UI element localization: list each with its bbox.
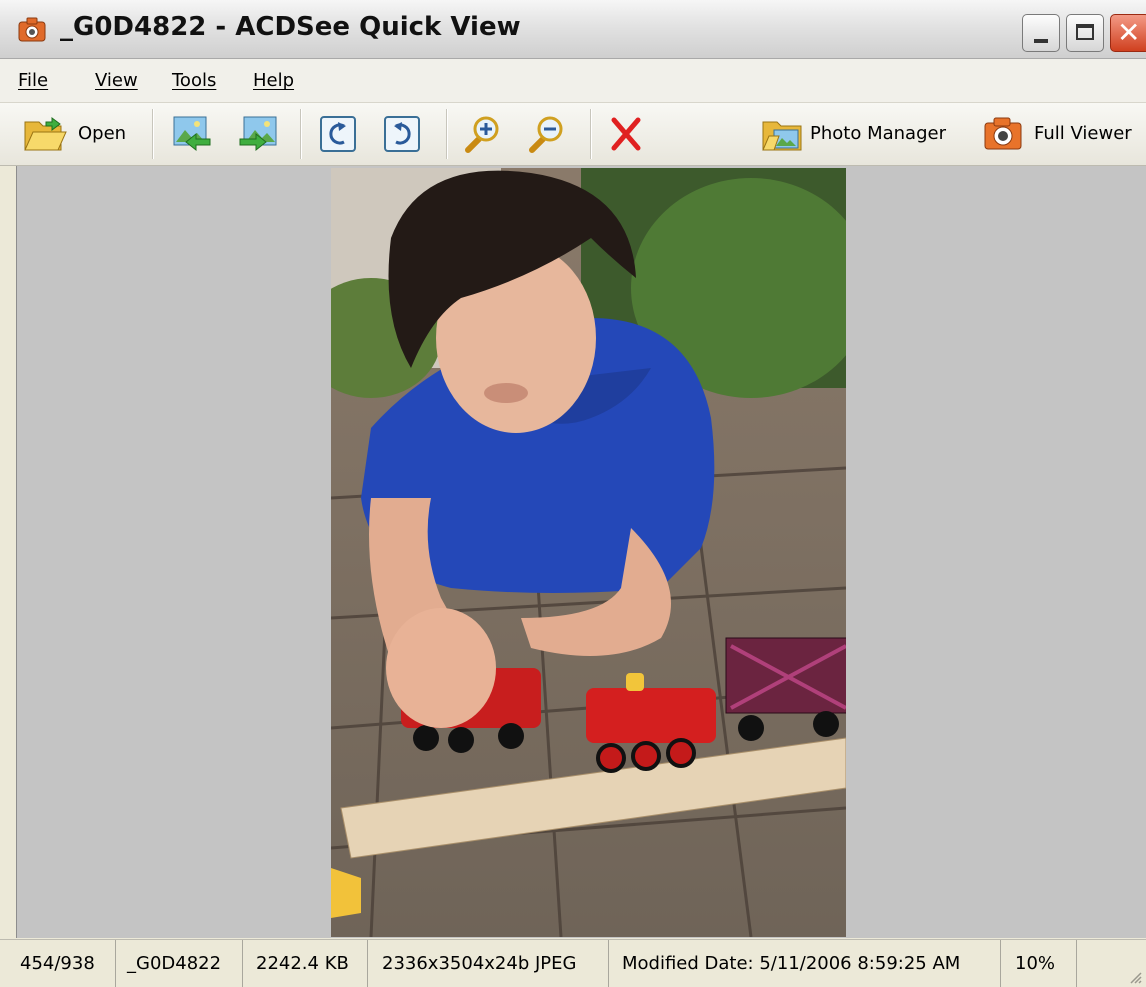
photo-boy-playing-with-toy-train xyxy=(331,168,846,937)
menu-file[interactable]: File xyxy=(18,70,48,91)
photo-manager-folder-icon xyxy=(762,121,802,151)
rotate-left-icon xyxy=(320,116,356,152)
zoom-out-button[interactable] xyxy=(526,111,572,157)
status-dimensions: 2336x3504x24b JPEG xyxy=(382,953,577,974)
window-title: _G0D4822 - ACDSee Quick View xyxy=(60,12,521,42)
menu-help[interactable]: Help xyxy=(253,70,294,91)
open-button[interactable]: Open xyxy=(22,111,134,157)
menu-bar: File View Tools Help xyxy=(0,59,1146,103)
resize-grip-icon[interactable] xyxy=(1128,970,1142,984)
next-image-button[interactable] xyxy=(236,111,284,157)
rotate-left-button[interactable] xyxy=(318,111,364,157)
full-viewer-label: Full Viewer xyxy=(1034,123,1132,144)
image-viewer-area[interactable] xyxy=(16,166,1146,938)
close-icon: ✕ xyxy=(1117,16,1141,49)
toolbar-separator xyxy=(152,109,154,159)
open-label: Open xyxy=(78,123,127,144)
folder-open-icon xyxy=(24,117,67,151)
status-zoom: 10% xyxy=(1015,953,1056,974)
status-dimensions-cell: 2336x3504x24b JPEG xyxy=(368,940,609,987)
full-viewer-button[interactable]: Full Viewer xyxy=(982,111,1146,157)
rotate-right-icon xyxy=(384,116,420,152)
delete-x-icon xyxy=(611,117,641,151)
status-position: 454/938 xyxy=(20,953,95,974)
previous-image-icon xyxy=(173,116,211,152)
status-modified-cell: Modified Date: 5/11/2006 8:59:25 AM xyxy=(609,940,1001,987)
acdsee-quick-view-window: _G0D4822 - ACDSee Quick View ✕ File View… xyxy=(0,0,1146,987)
status-filename-cell: _G0D4822 xyxy=(116,940,243,987)
status-filesize: 2242.4 KB xyxy=(256,953,349,974)
previous-image-button[interactable] xyxy=(170,111,218,157)
toolbar-separator xyxy=(300,109,302,159)
menu-view[interactable]: View xyxy=(95,70,138,91)
photo-manager-label: Photo Manager xyxy=(810,123,946,144)
zoom-in-button[interactable] xyxy=(462,111,508,157)
full-viewer-camera-icon xyxy=(984,117,1022,150)
zoom-out-icon xyxy=(529,116,563,153)
minimize-icon xyxy=(1034,39,1048,43)
maximize-icon xyxy=(1076,24,1094,40)
toolbar-separator xyxy=(446,109,448,159)
toolbar: Open Photo Manager Full Viewer xyxy=(0,103,1146,166)
status-zoom-cell: 10% xyxy=(1001,940,1077,987)
rotate-right-button[interactable] xyxy=(382,111,428,157)
photo-manager-button[interactable]: Photo Manager xyxy=(760,111,965,157)
camera-icon[interactable] xyxy=(18,17,46,43)
displayed-photo[interactable] xyxy=(331,168,846,937)
toolbar-separator xyxy=(590,109,592,159)
minimize-button[interactable] xyxy=(1022,14,1060,52)
close-button[interactable]: ✕ xyxy=(1110,14,1146,52)
status-filesize-cell: 2242.4 KB xyxy=(243,940,368,987)
title-bar[interactable]: _G0D4822 - ACDSee Quick View ✕ xyxy=(0,0,1146,59)
status-filename: _G0D4822 xyxy=(127,953,222,974)
next-image-icon xyxy=(239,116,277,152)
zoom-in-icon xyxy=(465,116,499,153)
delete-button[interactable] xyxy=(606,111,652,157)
maximize-button[interactable] xyxy=(1066,14,1104,52)
status-modified-date: Modified Date: 5/11/2006 8:59:25 AM xyxy=(622,953,961,974)
menu-tools[interactable]: Tools xyxy=(172,70,216,91)
status-position-cell: 454/938 xyxy=(0,940,116,987)
status-bar: 454/938 _G0D4822 2242.4 KB 2336x3504x24b… xyxy=(0,939,1146,987)
